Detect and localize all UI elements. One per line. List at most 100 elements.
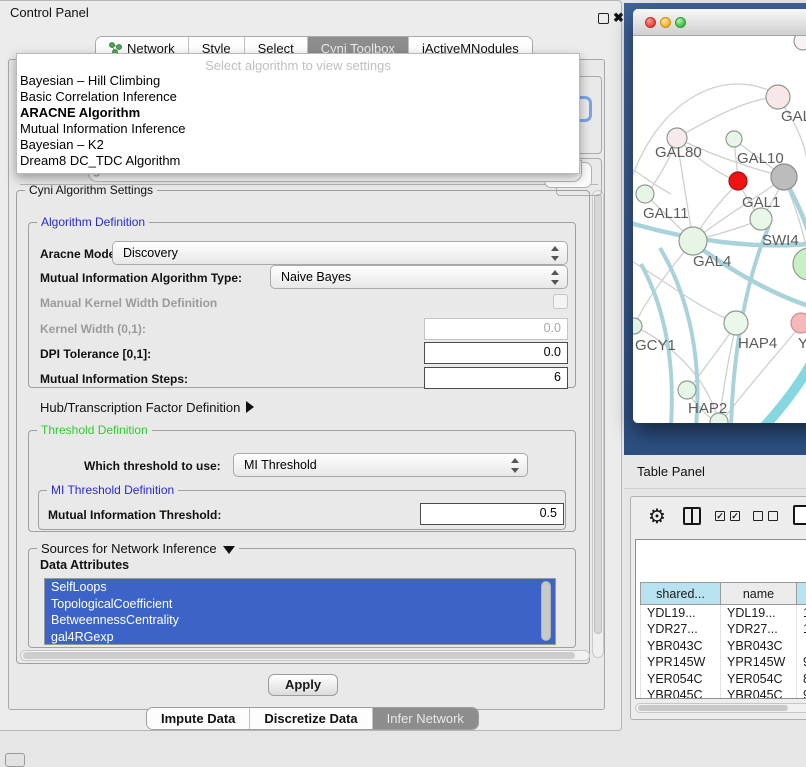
select-all-checkbox-icon[interactable]: ✓ — [730, 511, 740, 521]
attribute-list-item[interactable]: TopologicalCoefficient — [45, 596, 555, 613]
table-cell[interactable]: YDR27... — [721, 621, 797, 638]
bottom-tabs: Impute Data Discretize Data Infer Networ… — [146, 707, 479, 730]
network-node[interactable] — [791, 313, 806, 333]
apply-button[interactable]: Apply — [268, 674, 338, 696]
table-cell[interactable]: YPR145W — [641, 654, 721, 671]
select-all-checkbox-icon[interactable]: ✓ — [715, 511, 725, 521]
minimize-traffic-light-icon[interactable] — [660, 17, 671, 28]
algorithm-option[interactable]: Bayesian – K2 — [17, 137, 579, 153]
table-cell[interactable]: 9. — [797, 687, 806, 699]
manual-kernel-checkbox[interactable] — [553, 294, 568, 309]
network-node[interactable] — [724, 311, 748, 335]
attribute-list-item[interactable]: SelfLoops — [45, 579, 555, 596]
table-horizontal-scrollbar[interactable] — [635, 703, 806, 713]
network-node-label: Y — [798, 335, 806, 352]
table-row[interactable]: YDL19...YDL19...13 — [641, 605, 806, 622]
data-attributes-list[interactable]: SelfLoopsTopologicalCoefficientBetweenne… — [44, 578, 556, 645]
network-view-window[interactable]: GALGAL80GAL10GAL11GAL1SWI4GAL4GCY1HAP4YH… — [633, 9, 806, 423]
threshold-definition-title: Threshold Definition — [37, 423, 152, 437]
table-row[interactable]: YDR27...YDR27...12 — [641, 621, 806, 638]
table-cell[interactable]: 13 — [797, 605, 806, 622]
table-panel-titlebar: Table Panel — [624, 455, 806, 489]
mi-type-select[interactable]: Naive Bayes — [270, 265, 568, 289]
table-cell[interactable]: YER054C — [641, 671, 721, 688]
data-attributes-label: Data Attributes — [40, 558, 129, 572]
network-graph[interactable]: GALGAL80GAL10GAL11GAL1SWI4GAL4GCY1HAP4YH… — [633, 36, 806, 423]
algorithm-option[interactable]: ARACNE Algorithm — [17, 105, 579, 121]
tab-impute-data[interactable]: Impute Data — [147, 708, 250, 729]
table-cell[interactable]: YDL19... — [641, 605, 721, 622]
algorithm-option[interactable]: Basic Correlation Inference — [17, 89, 579, 105]
close-icon[interactable]: ✖ — [613, 10, 624, 26]
table-cell[interactable]: YBR043C — [641, 638, 721, 655]
gear-icon[interactable]: ⚙ — [648, 504, 666, 529]
table-cell[interactable]: YPR145W — [721, 654, 797, 671]
network-edge[interactable] — [763, 360, 806, 423]
algorithm-option[interactable]: Mutual Information Inference — [17, 121, 579, 137]
network-node[interactable] — [793, 248, 806, 280]
aracne-mode-select[interactable]: Discovery — [112, 241, 568, 265]
attributes-list-scrollbar[interactable] — [541, 581, 551, 641]
column-header-name[interactable]: name — [721, 583, 797, 605]
which-threshold-label: Which threshold to use: — [84, 459, 221, 473]
algorithm-option[interactable]: Bayesian – Hill Climbing — [17, 73, 579, 89]
network-node[interactable] — [679, 227, 707, 255]
mi-steps-field[interactable]: 6 — [424, 367, 568, 389]
tab-discretize-data[interactable]: Discretize Data — [250, 708, 372, 729]
network-node[interactable] — [766, 85, 790, 109]
table-row[interactable]: YBR045CYBR045C9. — [641, 687, 806, 699]
deselect-all-checkbox-icon[interactable] — [768, 511, 778, 521]
dpi-tolerance-field[interactable]: 0.0 — [424, 342, 568, 364]
table-row[interactable]: YBR043CYBR043C — [641, 638, 806, 655]
table-cell[interactable] — [797, 638, 806, 655]
table-cell[interactable]: 12 — [797, 621, 806, 638]
network-edge[interactable] — [677, 97, 778, 138]
table-cell[interactable]: 9. — [797, 654, 806, 671]
network-node[interactable] — [633, 318, 642, 334]
mi-threshold-field[interactable]: 0.5 — [420, 503, 564, 525]
attribute-list-item[interactable]: gal4RGexp — [45, 629, 555, 646]
settings-horizontal-scrollbar[interactable] — [20, 650, 590, 661]
which-threshold-select[interactable]: MI Threshold — [233, 453, 528, 477]
table-cell[interactable]: YBR045C — [721, 687, 797, 699]
float-window-icon[interactable] — [598, 13, 609, 24]
settings-vertical-scrollbar[interactable] — [592, 190, 604, 658]
table-cell[interactable]: YBR043C — [721, 638, 797, 655]
column-header-cut[interactable] — [797, 583, 806, 605]
zoom-traffic-light-icon[interactable] — [675, 17, 686, 28]
network-node[interactable] — [678, 381, 696, 399]
network-node[interactable] — [794, 36, 806, 50]
table-hscroll-thumb[interactable] — [638, 705, 788, 711]
minimized-panel-icon[interactable] — [5, 753, 25, 767]
columns-icon[interactable] — [683, 507, 701, 525]
hscroll-thumb[interactable] — [23, 652, 575, 659]
hub-definition-toggle[interactable]: Hub/Transcription Factor Definition — [40, 400, 254, 415]
table-row[interactable]: YPR145WYPR145W9. — [641, 654, 806, 671]
algorithm-option[interactable]: Dream8 DC_TDC Algorithm — [17, 153, 579, 169]
table-cell[interactable]: YDL19... — [721, 605, 797, 622]
table-cell[interactable]: YER054C — [721, 671, 797, 688]
column-header-shared-name[interactable]: shared... — [641, 583, 721, 605]
network-window-titlebar[interactable] — [633, 9, 806, 36]
network-node[interactable] — [729, 172, 747, 190]
close-traffic-light-icon[interactable] — [645, 17, 656, 28]
network-node[interactable] — [771, 164, 797, 190]
table-cell[interactable]: YDR27... — [641, 621, 721, 638]
sources-group-title[interactable]: Sources for Network Inference — [37, 541, 239, 556]
kernel-width-field[interactable]: 0.0 — [424, 318, 568, 340]
network-node[interactable] — [636, 185, 654, 203]
network-node[interactable] — [750, 208, 772, 230]
network-canvas[interactable]: GALGAL80GAL10GAL11GAL1SWI4GAL4GCY1HAP4YH… — [633, 36, 806, 423]
document-icon[interactable] — [793, 505, 806, 525]
table-cell[interactable]: 8. — [797, 671, 806, 688]
table-panel: ⚙ ✓ ✓ shared... name YDL19...YDL19...13Y… — [630, 496, 806, 720]
network-node[interactable] — [726, 131, 742, 147]
deselect-all-checkbox-icon[interactable] — [753, 511, 763, 521]
vscroll-thumb[interactable] — [594, 194, 602, 634]
mi-steps-label: Mutual Information Steps: — [40, 372, 188, 386]
table-cell[interactable]: YBR045C — [641, 687, 721, 699]
table-row[interactable]: YER054CYER054C8. — [641, 671, 806, 688]
tab-infer-network[interactable]: Infer Network — [373, 708, 478, 729]
network-node-label: GAL10 — [737, 150, 784, 167]
attribute-list-item[interactable]: BetweennessCentrality — [45, 612, 555, 629]
